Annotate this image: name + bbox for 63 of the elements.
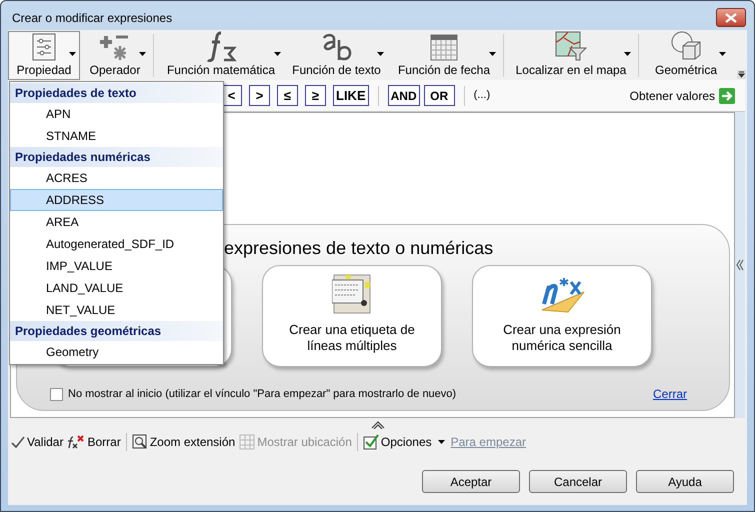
option-card[interactable]: Crear una etiqueta de líneas múltiples <box>262 265 442 367</box>
ribbon-button[interactable]: Función de fecha <box>388 31 500 80</box>
ribbon-button[interactable]: Operador <box>80 31 150 80</box>
panel-heading: expresiones de texto o numéricas <box>224 239 494 257</box>
checkbox[interactable] <box>50 388 63 400</box>
close-icon <box>725 12 737 22</box>
ribbon-button[interactable]: Localizar en el mapa <box>507 31 635 80</box>
operator-button[interactable]: ≤ <box>277 85 298 106</box>
menu-group-header: Propiedades numéricas <box>10 147 223 167</box>
dropdown-caret-icon <box>489 52 496 56</box>
menu-item[interactable]: AREA <box>10 211 223 233</box>
dialog-button[interactable]: Cancelar <box>529 470 627 493</box>
dialog-button[interactable]: Aceptar <box>422 470 520 493</box>
clear-formula-icon <box>67 435 86 449</box>
overflow-icon[interactable] <box>737 70 746 79</box>
expand-panel-icon[interactable] <box>736 259 744 271</box>
dropdown-caret-icon <box>719 52 726 56</box>
dropdown-caret-icon <box>69 52 76 56</box>
toolbar-button[interactable]: Borrar <box>67 433 121 451</box>
ribbon-button[interactable]: Función de texto <box>285 31 388 80</box>
zoom-icon <box>132 434 148 450</box>
menu-item[interactable]: IMP_VALUE <box>10 255 223 277</box>
toolbar-button[interactable]: Zoom extensión <box>132 433 236 451</box>
dropdown-caret-icon <box>438 440 445 444</box>
ribbon-button[interactable]: Propiedad <box>8 31 80 80</box>
dropdown-caret-icon <box>139 52 146 56</box>
math-icon <box>205 30 237 62</box>
menu-item[interactable]: APN <box>10 103 223 125</box>
toolbar-button[interactable]: Opciones <box>362 433 445 451</box>
dropdown-caret-icon <box>274 52 281 56</box>
get-values-button[interactable]: Obtener valores <box>630 86 735 104</box>
dropdown-caret-icon <box>624 52 631 56</box>
collapse-icon[interactable] <box>370 421 384 429</box>
operator-button[interactable]: > <box>249 85 270 106</box>
operator-button[interactable]: OR <box>424 85 455 106</box>
menu-group-header: Propiedades geométricas <box>10 321 223 341</box>
map-icon <box>554 30 588 62</box>
close-button[interactable] <box>716 8 746 27</box>
parentheses-button[interactable]: (...) <box>474 87 490 104</box>
menu-item[interactable]: ADDRESS <box>10 189 223 211</box>
operator-button[interactable]: ≥ <box>305 85 326 106</box>
option-card[interactable]: Crear una expresión numérica sencilla <box>472 265 652 367</box>
window-title: Crear o modificar expresiones <box>12 10 172 26</box>
menu-item[interactable]: LAND_VALUE <box>10 277 223 299</box>
dropdown-caret-icon <box>377 52 384 56</box>
close-link[interactable]: Cerrar <box>652 385 687 403</box>
menu-item[interactable]: Autogenerated_SDF_ID <box>10 233 223 255</box>
ribbon-button[interactable]: Función matemática <box>157 31 285 80</box>
ribbon-button[interactable]: Geométrica <box>642 31 730 80</box>
menu-item[interactable]: NET_VALUE <box>10 299 223 321</box>
menu-item[interactable]: STNAME <box>10 125 223 147</box>
checkmark-icon <box>11 435 25 449</box>
menu-item[interactable]: ACRES <box>10 167 223 189</box>
checkbox-icon <box>362 434 379 450</box>
toolbar-button[interactable]: Validar <box>11 433 64 451</box>
menu-group-header: Propiedades de texto <box>10 83 223 103</box>
dialog-button[interactable]: Ayuda <box>636 470 734 493</box>
arrow-icon <box>719 88 735 104</box>
operator-button[interactable]: AND <box>388 85 420 106</box>
checkbox-label: No mostrar al inicio (utilizar el vínculo "Para empezar" para mostrarlo de nuevo) <box>68 386 456 402</box>
grid-icon <box>239 434 256 450</box>
menu-item[interactable]: Geometry <box>10 341 223 363</box>
operator-button[interactable]: LIKE <box>333 85 369 106</box>
